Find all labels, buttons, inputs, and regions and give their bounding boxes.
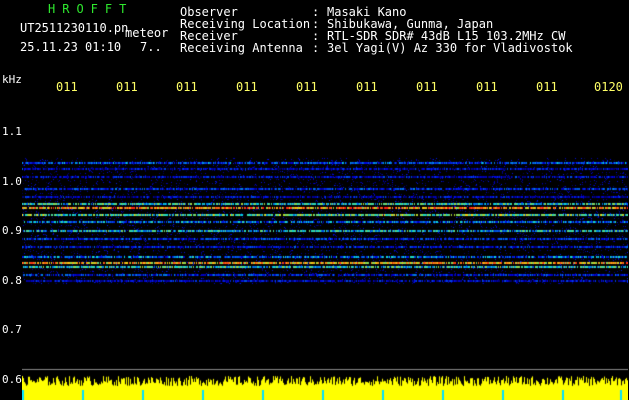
y-tick-label: 1.1 xyxy=(2,125,22,138)
filename-label: UT2511230110.pn xyxy=(20,21,129,35)
y-tick-label: 1.0 xyxy=(2,175,22,188)
khz-unit-label: kHz xyxy=(2,73,22,86)
antenna-value: 3el Yagi(V) Az 330 for Vladivostok xyxy=(327,41,573,55)
x-tick-label: 011 xyxy=(356,80,378,94)
count-label: 7.. xyxy=(140,40,162,54)
meteor-tag: meteor xyxy=(125,26,169,40)
x-tick-label: 011 xyxy=(236,80,258,94)
x-tick-label: 011 xyxy=(56,80,78,94)
x-tick-label: 011 xyxy=(116,80,138,94)
datetime-label: 25.11.23 01:10 xyxy=(20,40,122,54)
spectrogram-plot xyxy=(22,96,628,400)
x-tick-label: 011 xyxy=(476,80,498,94)
x-tick-label: 0120 xyxy=(594,80,623,94)
y-tick-label: 0.7 xyxy=(2,323,22,336)
hrofft-brand: HROFFT xyxy=(48,2,134,16)
x-tick-label: 011 xyxy=(296,80,318,94)
x-tick-label: 011 xyxy=(536,80,558,94)
antenna-label: Receiving Antenna xyxy=(180,41,303,55)
x-tick-label: 011 xyxy=(416,80,438,94)
antenna-sep: : xyxy=(312,41,320,55)
y-tick-label: 0.6 xyxy=(2,373,22,386)
x-tick-label: 011 xyxy=(176,80,198,94)
y-tick-label: 0.9 xyxy=(2,224,22,237)
y-tick-label: 0.8 xyxy=(2,274,22,287)
